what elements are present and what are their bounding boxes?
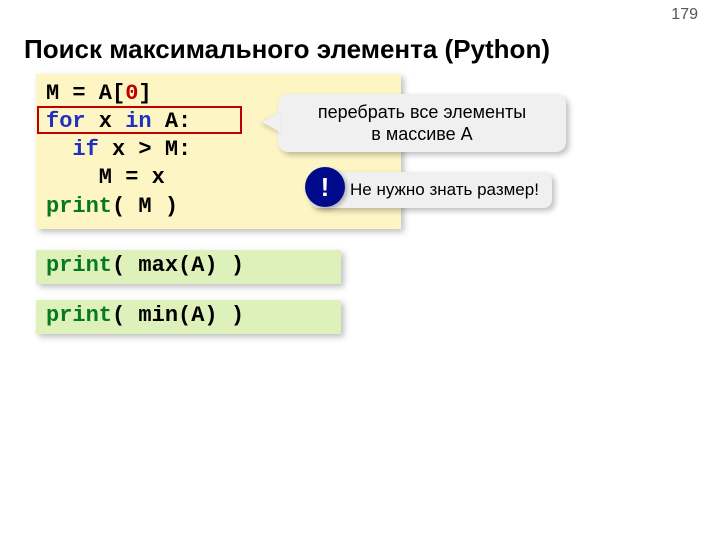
code-block-min: print( min(A) ) xyxy=(36,300,341,334)
code-token: M = A[ xyxy=(46,81,125,106)
page-title: Поиск максимального элемента (Python) xyxy=(24,34,550,65)
code-token: ( max(A) ) xyxy=(112,253,244,278)
code-token: for xyxy=(46,109,86,134)
callout-line: перебрать все элементы xyxy=(318,102,526,122)
code-token: x xyxy=(86,109,126,134)
code-token: x > M: xyxy=(99,137,191,162)
code-token: print xyxy=(46,303,112,328)
code-token: ( min(A) ) xyxy=(112,303,244,328)
code-token xyxy=(46,137,72,162)
code-token: ( M ) xyxy=(112,194,178,219)
callout-iterate: перебрать все элементы в массиве A xyxy=(278,94,566,152)
code-token: in xyxy=(125,109,151,134)
code-token: A: xyxy=(152,109,192,134)
code-token: 0 xyxy=(125,81,138,106)
code-token: if xyxy=(72,137,98,162)
code-token: M = x xyxy=(46,165,165,190)
code-token: ] xyxy=(138,81,151,106)
callout-text: Не нужно знать размер! xyxy=(350,180,539,200)
callout-line: в массиве A xyxy=(371,124,472,144)
callout-no-size: Не нужно знать размер! xyxy=(310,172,552,208)
code-token: print xyxy=(46,194,112,219)
page-number: 179 xyxy=(671,6,698,24)
exclamation-icon: ! xyxy=(305,167,345,207)
code-block-max: print( max(A) ) xyxy=(36,250,341,284)
code-token: print xyxy=(46,253,112,278)
